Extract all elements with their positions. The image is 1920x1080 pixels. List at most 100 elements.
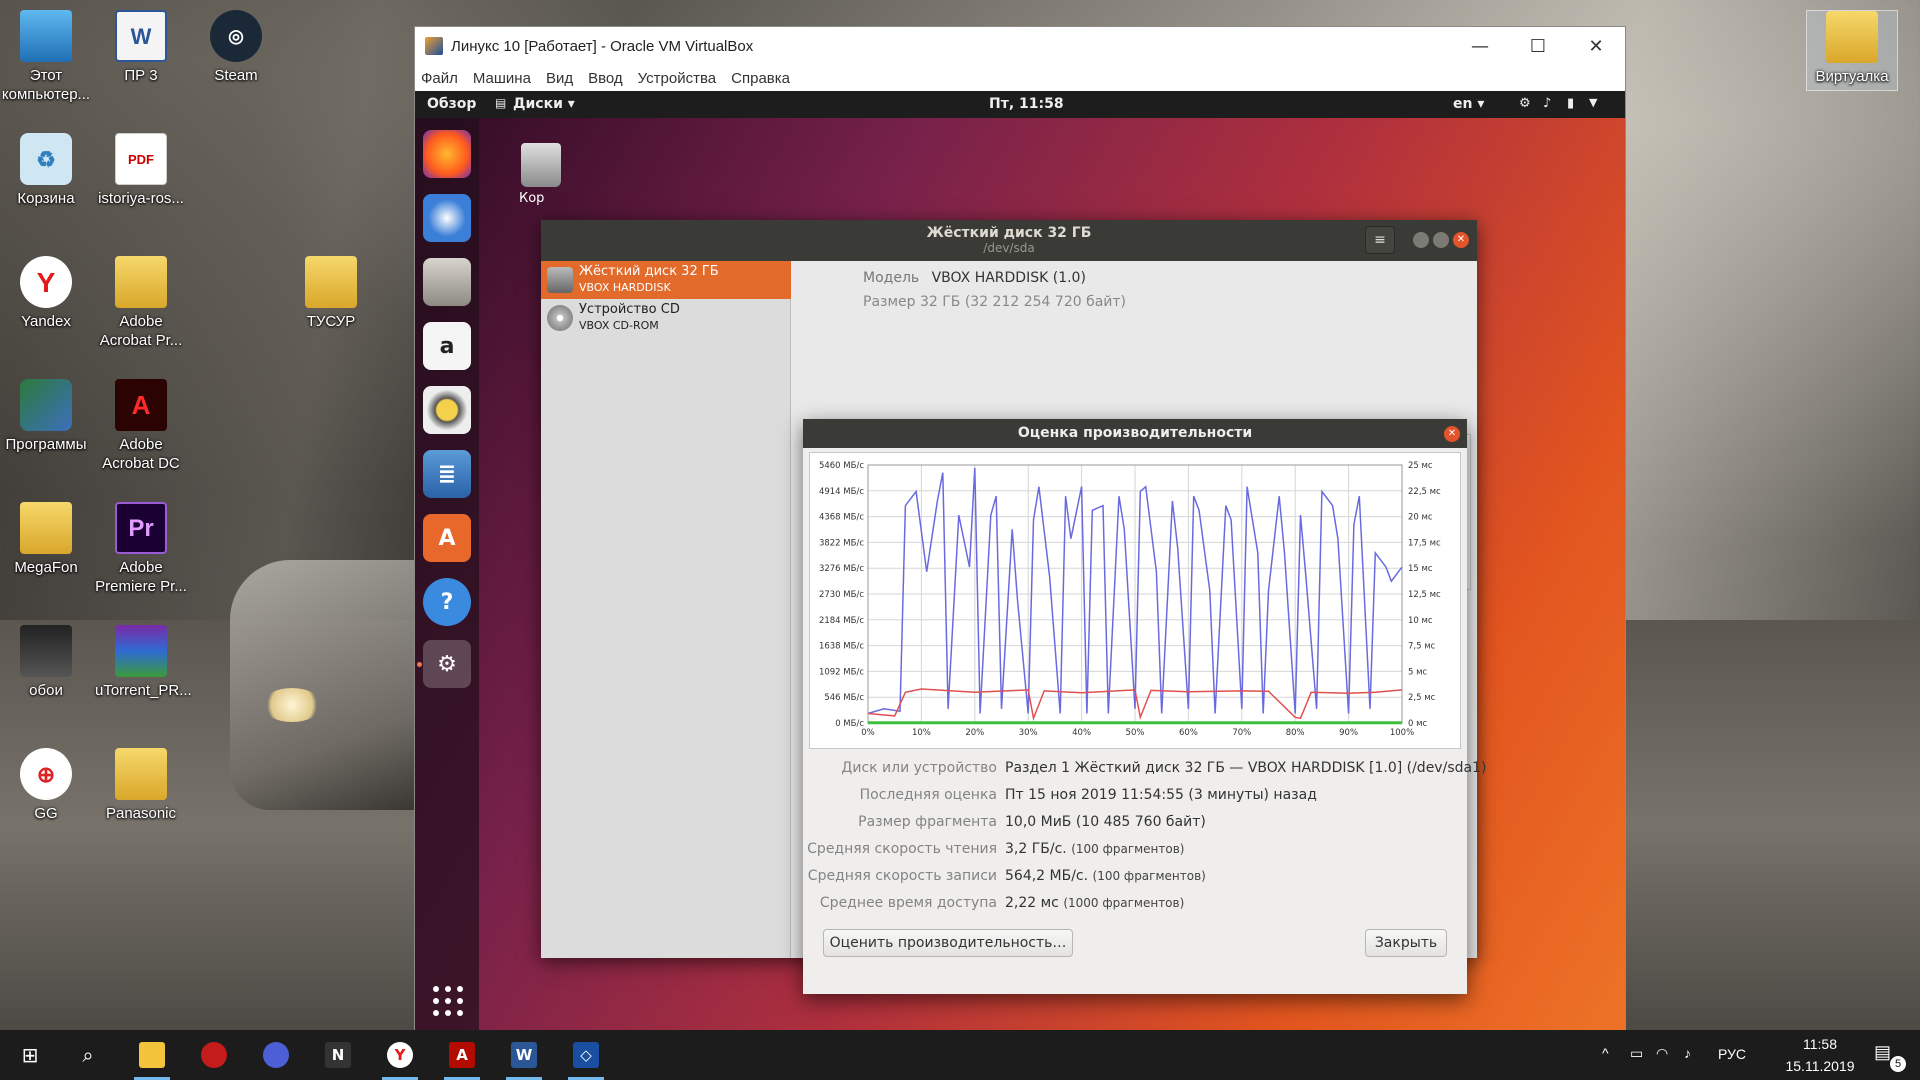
desktop-icon-yandex[interactable]: Y Yandex (0, 256, 92, 331)
show-hidden-icons-chevron-up-icon[interactable]: ^ (1602, 1045, 1609, 1080)
desktop-icon-tusur[interactable]: ТУСУР (285, 256, 377, 331)
desktop-icon-adobe-acrobat-folder[interactable]: Adobe Acrobat Pr... (95, 256, 187, 350)
desktop-icon-virtualka[interactable]: Виртуалка (1806, 10, 1898, 91)
desktop-icon-this-pc[interactable]: Этот компьютер... (0, 10, 92, 104)
maximize-button[interactable] (1433, 232, 1449, 248)
desktop-icon-programs[interactable]: Программы (0, 379, 92, 454)
running-indicator (417, 662, 422, 667)
menu-devices[interactable]: Устройства (638, 70, 716, 87)
files-icon[interactable] (423, 258, 471, 306)
steam-icon: ◎ (210, 10, 262, 62)
result-key: Средняя скорость записи (807, 868, 997, 884)
desktop-icon-steam[interactable]: ◎ Steam (190, 10, 282, 85)
menu-view[interactable]: Вид (546, 70, 573, 87)
volume-icon[interactable]: ♪ (1543, 96, 1551, 111)
disks-header[interactable]: Жёсткий диск 32 ГБ /dev/sda ≡ ✕ (541, 220, 1477, 261)
amazon-icon[interactable]: a (423, 322, 471, 370)
y-right-tick-label: 25 мс (1408, 461, 1433, 471)
desktop-icon-utorrent[interactable]: uTorrent_PR... (95, 625, 192, 700)
search-button[interactable]: ⌕ (64, 1030, 112, 1080)
taskbar-yandex[interactable]: Y (376, 1030, 424, 1080)
maximize-button[interactable]: ☐ (1509, 27, 1567, 65)
taskbar-notion[interactable]: N (314, 1030, 362, 1080)
close-button[interactable]: ✕ (1567, 27, 1625, 65)
volume-icon[interactable]: ♪ (1684, 1045, 1691, 1080)
activities-button[interactable]: Обзор (427, 96, 476, 112)
wifi-icon[interactable]: ◠ (1656, 1045, 1668, 1080)
disks-icon[interactable]: ⚙ (423, 640, 471, 688)
input-language[interactable]: РУС (1718, 1046, 1746, 1080)
desktop-icon-pr3[interactable]: W ПР 3 (95, 10, 187, 85)
close-icon[interactable]: ✕ (1444, 426, 1460, 442)
desktop-icon-premiere[interactable]: Pr Adobe Premiere Pr... (95, 502, 187, 596)
menu-file[interactable]: Файл (421, 70, 458, 87)
language-selector[interactable]: en ▾ (1453, 96, 1484, 112)
y-left-tick-label: 4368 МБ/с (819, 513, 864, 523)
winrar-icon (115, 625, 167, 677)
close-button[interactable]: Закрыть (1365, 929, 1447, 957)
app-menu[interactable]: Диски ▾ (513, 96, 575, 112)
result-value-text: 2,22 мс (1005, 895, 1059, 911)
menu-input[interactable]: Ввод (588, 70, 623, 87)
ubuntu-guest-screen: Обзор ▤ Диски ▾ Пт, 11:58 en ▾ ⚙ ♪ ▮ ▼ a… (415, 91, 1625, 1030)
y-right-tick-label: 10 мс (1408, 616, 1433, 626)
show-applications-icon[interactable] (433, 986, 463, 1016)
thunderbird-icon[interactable] (423, 194, 471, 242)
battery-icon[interactable]: ▮ (1567, 96, 1574, 111)
device-item-harddisk[interactable]: Жёсткий диск 32 ГБ VBOX HARDDISK (541, 261, 791, 299)
firefox-icon[interactable] (423, 130, 471, 178)
taskbar-clock[interactable]: 11:58 15.11.2019 (1780, 1036, 1860, 1080)
desktop-icon-label: istoriya-ros... (98, 190, 184, 207)
taskbar-app-blue[interactable] (252, 1030, 300, 1080)
programs-icon (20, 379, 72, 431)
battery-icon[interactable]: ▭ (1630, 1045, 1643, 1080)
menu-help[interactable]: Справка (731, 70, 790, 87)
menu-machine[interactable]: Машина (473, 70, 531, 87)
x-tick-label: 10% (912, 728, 931, 738)
desktop-icon-panasonic[interactable]: Panasonic (95, 748, 187, 823)
rhythmbox-icon[interactable] (423, 386, 471, 434)
y-left-tick-label: 3822 МБ/с (819, 538, 864, 548)
result-samples: (1000 фрагментов) (1063, 896, 1185, 910)
desktop-icon-acrobat-dc[interactable]: A Adobe Acrobat DC (95, 379, 187, 473)
window-title-bar[interactable]: Линукс 10 [Работает] - Oracle VM Virtual… (415, 27, 1625, 65)
desktop-icon-label: Panasonic (105, 805, 177, 822)
device-name: Устройство CD (579, 302, 680, 317)
device-item-cdrom[interactable]: Устройство CD VBOX CD-ROM (541, 299, 791, 337)
system-menu-chevron-icon[interactable]: ▼ (1589, 96, 1597, 109)
hamburger-menu-icon[interactable]: ≡ (1365, 226, 1395, 254)
minimize-button[interactable] (1413, 232, 1429, 248)
taskbar-virtualbox[interactable]: ◇ (562, 1030, 610, 1080)
desktop-icon-oboi[interactable]: обои (0, 625, 92, 700)
taskbar-app-red[interactable] (190, 1030, 238, 1080)
clock[interactable]: Пт, 11:58 (989, 96, 1064, 112)
result-key: Диск или устройство (841, 760, 997, 776)
help-icon[interactable]: ? (423, 578, 471, 626)
y-right-tick-label: 22,5 мс (1408, 487, 1441, 497)
taskbar-word[interactable]: W (500, 1030, 548, 1080)
start-benchmark-button[interactable]: Оценить производительность… (823, 929, 1073, 957)
y-right-tick-label: 5 мс (1408, 667, 1428, 677)
close-button[interactable]: ✕ (1453, 232, 1469, 248)
network-icon[interactable]: ⚙ (1519, 96, 1531, 111)
result-value: 10,0 МиБ (10 485 760 байт) (1005, 814, 1206, 830)
writer-icon[interactable]: ≣ (423, 450, 471, 498)
wallpaper-car-headlight (262, 688, 322, 722)
ubuntu-top-bar: Обзор ▤ Диски ▾ Пт, 11:58 en ▾ ⚙ ♪ ▮ ▼ (415, 91, 1625, 118)
y-left-tick-label: 1638 МБ/с (819, 642, 864, 652)
taskbar-acrobat[interactable]: A (438, 1030, 486, 1080)
result-value-text: Пт 15 ноя 2019 11:54:55 (3 минуты) назад (1005, 787, 1317, 803)
y-left-tick-label: 2730 МБ/с (819, 590, 864, 600)
software-icon[interactable]: A (423, 514, 471, 562)
size-info-partial: Размер 32 ГБ (32 212 254 720 байт) (863, 294, 1127, 310)
action-center-notifications-icon[interactable]: ▤ (1874, 1042, 1891, 1080)
desktop-icon-recycle-bin[interactable]: ♻ Корзина (0, 133, 92, 208)
start-button[interactable]: ⊞ (6, 1030, 54, 1080)
desktop-icon-gg[interactable]: ⊕ GG (0, 748, 92, 823)
desktop-icon-label: Adobe Premiere Pr... (95, 559, 187, 595)
desktop-icon-istoriya[interactable]: PDF istoriya-ros... (95, 133, 187, 208)
desktop-icon-megafon[interactable]: MegaFon (0, 502, 92, 577)
trash-icon[interactable] (521, 143, 561, 187)
minimize-button[interactable]: — (1451, 27, 1509, 65)
taskbar-file-explorer[interactable] (128, 1030, 176, 1080)
